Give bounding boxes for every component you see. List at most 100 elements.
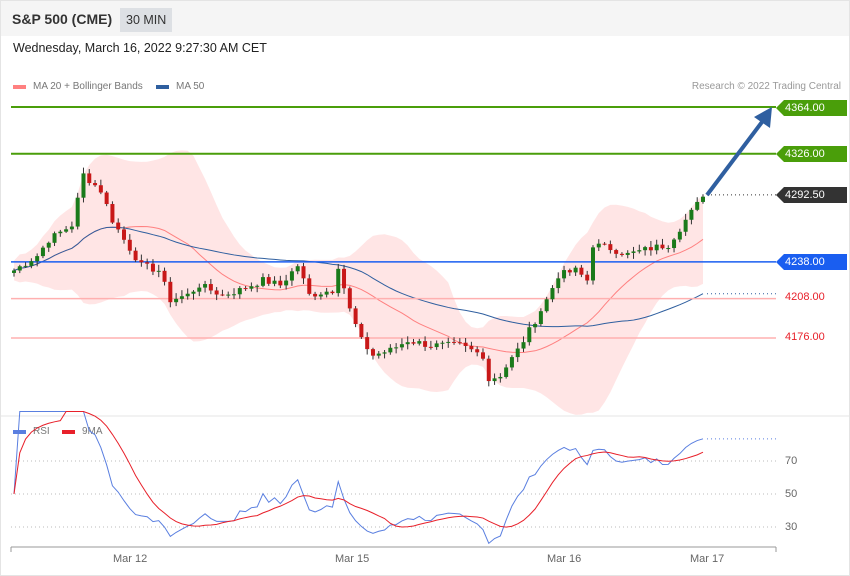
candle-body xyxy=(562,270,567,279)
candle-body xyxy=(168,281,173,303)
candle-body xyxy=(486,358,491,382)
candle-body xyxy=(370,349,375,356)
candle-body xyxy=(232,294,237,296)
candle-body xyxy=(394,347,399,349)
candle-body xyxy=(17,266,22,271)
candle-body xyxy=(330,291,335,294)
candle-body xyxy=(434,343,439,348)
candle-body xyxy=(475,349,480,353)
x-tick-mar15: Mar 15 xyxy=(335,553,370,565)
candle-body xyxy=(93,183,98,186)
candle-body xyxy=(249,286,254,289)
x-tick-mar16: Mar 16 xyxy=(547,553,582,565)
candle-body xyxy=(226,294,231,296)
candle-body xyxy=(504,367,509,377)
candle-body xyxy=(376,353,381,356)
candle-body xyxy=(382,352,387,354)
candle-body xyxy=(452,341,457,343)
candle-body xyxy=(469,346,474,350)
candle-body xyxy=(69,226,74,230)
candle-body xyxy=(619,253,624,255)
candle-body xyxy=(399,344,404,348)
candle-body xyxy=(498,376,503,379)
candle-body xyxy=(64,229,69,232)
candle-body xyxy=(208,284,213,291)
candle-body xyxy=(46,242,51,248)
candle-body xyxy=(295,266,300,272)
candle-body xyxy=(12,270,16,273)
candle-body xyxy=(666,248,671,250)
candle-body xyxy=(23,265,28,267)
target-arrow-head xyxy=(754,107,772,128)
x-tick-mar12: Mar 12 xyxy=(113,553,148,565)
candle-body xyxy=(139,260,144,263)
candle-body xyxy=(116,222,121,230)
candle-body xyxy=(301,266,306,279)
candle-body xyxy=(272,280,277,284)
candle-body xyxy=(602,243,607,245)
candle-body xyxy=(52,233,57,243)
candle-body xyxy=(677,231,682,240)
rsi-line xyxy=(13,411,704,545)
rsi-9ma-line xyxy=(13,411,704,528)
candle-body xyxy=(463,342,468,347)
candle-body xyxy=(579,267,584,275)
candle-body xyxy=(104,192,109,205)
candle-body xyxy=(35,256,40,262)
candle-body xyxy=(515,348,520,358)
candle-body xyxy=(631,251,636,253)
candle-body xyxy=(197,287,202,292)
candle-body xyxy=(446,341,451,343)
candle-body xyxy=(423,341,428,347)
candle-body xyxy=(550,288,555,300)
rsi-tick-30: 30 xyxy=(785,521,798,533)
candle-body xyxy=(556,278,561,289)
candle-body xyxy=(365,337,370,350)
last-price-tag: 4292.50 xyxy=(776,187,847,203)
candle-body xyxy=(289,271,294,281)
candle-body xyxy=(440,342,445,344)
candle-body xyxy=(220,294,225,296)
candle-body xyxy=(567,270,572,273)
rsi-tick-50: 50 xyxy=(785,488,798,500)
price-chart[interactable] xyxy=(0,0,850,576)
candle-body xyxy=(359,324,364,338)
candle-body xyxy=(191,291,196,294)
level-tag-4238: 4238.00 xyxy=(776,254,847,270)
candle-body xyxy=(353,308,358,325)
candle-body xyxy=(672,239,677,249)
candle-body xyxy=(388,347,393,353)
candle-body xyxy=(87,173,92,184)
candle-body xyxy=(428,346,433,348)
candle-body xyxy=(689,209,694,220)
candle-body xyxy=(237,288,242,295)
candle-body xyxy=(527,327,532,343)
candle-body xyxy=(336,268,341,294)
candle-body xyxy=(260,277,265,286)
candle-body xyxy=(40,247,45,257)
candle-body xyxy=(509,357,514,368)
candle-body xyxy=(110,204,115,223)
candle-body xyxy=(637,250,642,252)
candle-body xyxy=(544,299,549,312)
level-tag-4326: 4326.00 xyxy=(776,146,847,162)
candle-body xyxy=(342,268,347,289)
candle-body xyxy=(266,277,271,284)
candle-body xyxy=(573,267,578,273)
candle-body xyxy=(521,342,526,349)
candle-body xyxy=(318,294,323,297)
candle-body xyxy=(307,278,312,294)
candle-body xyxy=(243,288,248,290)
candle-body xyxy=(127,239,132,251)
candle-body xyxy=(81,173,86,198)
candle-body xyxy=(625,252,630,255)
candle-body xyxy=(347,288,352,309)
candle-body xyxy=(203,284,208,288)
candle-body xyxy=(278,280,283,286)
candle-body xyxy=(643,247,648,251)
candle-body xyxy=(150,263,155,272)
candle-body xyxy=(98,185,103,193)
level-label-4176: 4176.00 xyxy=(785,331,825,343)
candle-body xyxy=(457,342,462,344)
level-tag-4364: 4364.00 xyxy=(776,100,847,116)
